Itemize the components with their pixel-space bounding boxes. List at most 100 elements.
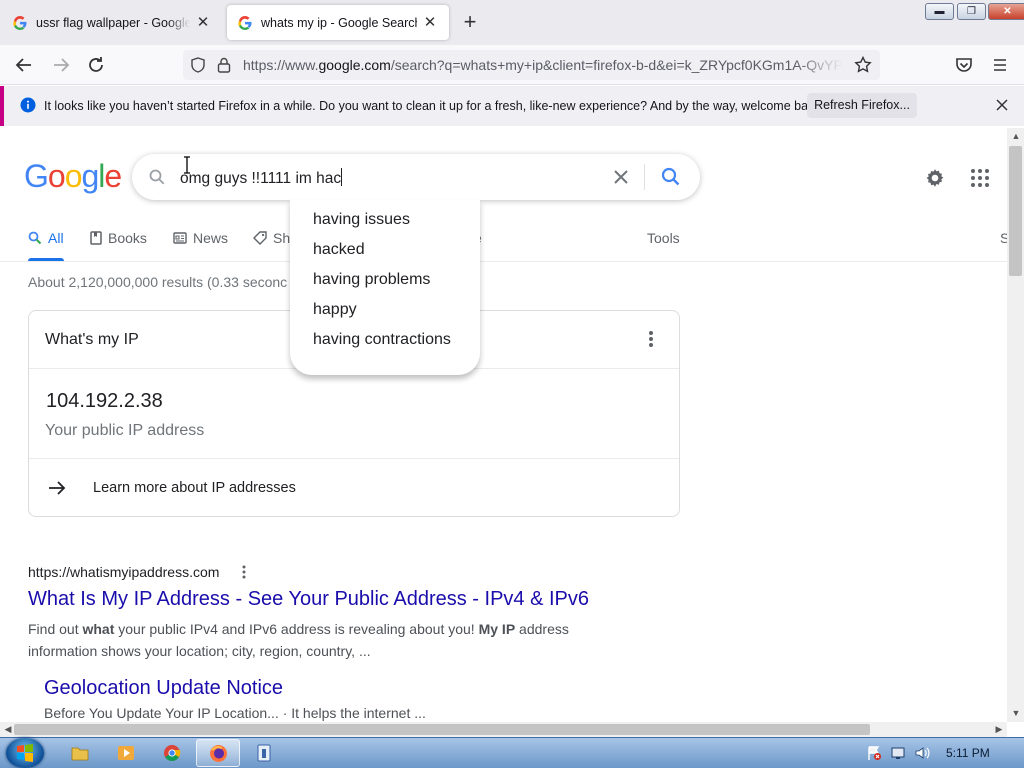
tab-all[interactable]: All <box>28 230 64 246</box>
google-g-icon <box>238 15 252 30</box>
result-title-link[interactable]: What Is My IP Address - See Your Public … <box>28 588 589 611</box>
pocket-icon[interactable] <box>952 53 976 77</box>
tab-strip: ussr flag wallpaper - Google Search ✕ wh… <box>0 0 1024 45</box>
forward-arrow-icon[interactable] <box>49 53 73 77</box>
taskbar-clock[interactable]: 5:11 PM <box>946 746 990 760</box>
ip-address-value: 104.192.2.38 <box>46 390 163 412</box>
close-icon[interactable] <box>994 97 1010 113</box>
tab-title: whats my ip - Google Search <box>261 15 417 30</box>
tab-all-label: All <box>48 230 64 246</box>
restore-window-button[interactable]: ❐ <box>957 3 986 20</box>
search-submit-icon[interactable] <box>660 166 682 188</box>
scroll-right-arrow-icon[interactable]: ▶ <box>992 724 1006 735</box>
clear-search-icon[interactable] <box>612 168 630 186</box>
start-button[interactable] <box>6 738 44 768</box>
suggestion-item[interactable]: hacked <box>313 241 365 259</box>
search-box[interactable]: omg guys !!1111 im hac <box>132 154 700 200</box>
search-tabs: All Books News Sh Tools S <box>0 228 1007 262</box>
tab-books[interactable]: Books <box>90 230 147 246</box>
card-divider <box>29 458 679 459</box>
refresh-firefox-button[interactable]: Refresh Firefox... <box>807 93 917 118</box>
result-stats: About 2,120,000,000 results (0.33 seconc <box>28 274 288 290</box>
newspaper-icon <box>173 232 187 244</box>
notification-bar: It looks like you haven’t started Firefo… <box>0 86 1024 126</box>
search-input[interactable]: omg guys !!1111 im hac <box>180 168 343 188</box>
bookmark-star-icon[interactable] <box>853 55 873 75</box>
search-box-divider <box>644 164 645 190</box>
vertical-scrollbar-thumb[interactable] <box>1009 146 1022 276</box>
browser-tab-ussr-flag[interactable]: ussr flag wallpaper - Google Search ✕ <box>2 5 222 40</box>
close-tab-icon[interactable]: ✕ <box>194 14 212 32</box>
taskbar-explorer-button[interactable] <box>58 739 102 767</box>
hamburger-menu-icon[interactable] <box>988 53 1012 77</box>
info-icon <box>20 97 36 113</box>
volume-icon[interactable] <box>914 745 932 761</box>
notification-message: It looks like you haven’t started Firefo… <box>44 99 825 113</box>
minimize-window-button[interactable]: ▬ <box>925 3 954 20</box>
scroll-up-arrow-icon[interactable]: ▲ <box>1009 131 1023 141</box>
scroll-down-arrow-icon[interactable]: ▼ <box>1009 708 1023 718</box>
new-tab-button[interactable]: + <box>458 11 482 35</box>
lock-icon[interactable] <box>216 56 232 74</box>
tab-shopping[interactable]: Sh <box>253 230 290 246</box>
application-icon <box>257 744 271 762</box>
sitelink-title[interactable]: Geolocation Update Notice <box>44 677 283 700</box>
url-text[interactable]: https://www.google.com/search?q=whats+my… <box>243 57 843 73</box>
action-center-flag-icon[interactable] <box>866 745 882 761</box>
taskbar-media-player-button[interactable] <box>104 739 148 767</box>
tab-safesearch[interactable]: S <box>1000 230 1007 246</box>
browser-tab-whats-my-ip[interactable]: whats my ip - Google Search ✕ <box>227 5 449 40</box>
tab-shopping-label: Sh <box>273 230 291 246</box>
close-tab-icon[interactable]: ✕ <box>421 14 439 32</box>
tab-news-label: News <box>193 230 229 246</box>
google-g-icon <box>13 15 27 30</box>
ip-card-title: What's my IP <box>45 331 139 348</box>
url-bar[interactable]: https://www.google.com/search?q=whats+my… <box>183 50 880 80</box>
result-more-options-icon[interactable] <box>241 564 247 580</box>
windows-logo-icon <box>17 744 33 762</box>
scroll-left-arrow-icon[interactable]: ◀ <box>1 724 15 735</box>
chrome-icon <box>164 745 181 761</box>
tab-tools[interactable]: Tools <box>647 230 680 246</box>
tracking-protection-shield-icon[interactable] <box>189 56 207 74</box>
sitelink-snippet: Before You Update Your IP Location... · … <box>44 705 426 721</box>
google-apps-grid-icon[interactable] <box>970 168 990 188</box>
suggestion-item[interactable]: having problems <box>313 271 430 289</box>
google-results-page: Google omg guys !!1111 im hac All Books … <box>0 128 1007 722</box>
taskbar-app-button[interactable] <box>242 739 286 767</box>
tag-icon <box>253 231 267 245</box>
taskbar-firefox-button[interactable] <box>196 739 240 767</box>
reload-icon[interactable] <box>84 53 108 77</box>
more-options-icon[interactable] <box>647 329 655 349</box>
search-icon <box>149 169 165 185</box>
network-icon[interactable] <box>890 745 908 761</box>
settings-gear-icon[interactable] <box>924 167 946 189</box>
firefox-icon <box>210 745 227 762</box>
tab-safesearch-label: S <box>1000 230 1007 246</box>
tab-title: ussr flag wallpaper - Google Search <box>36 15 190 30</box>
mouse-ibeam-cursor-icon <box>184 156 190 174</box>
active-tab-indicator <box>28 258 64 261</box>
text-caret <box>341 168 343 186</box>
result-snippet: Find out what your public IPv4 and IPv6 … <box>28 621 569 659</box>
arrow-right-icon[interactable] <box>47 478 67 498</box>
tab-news[interactable]: News <box>173 230 228 246</box>
ip-address-caption: Your public IP address <box>45 422 205 439</box>
autocomplete-dropdown: having issues hacked having problems hap… <box>290 200 480 375</box>
book-icon <box>90 231 102 245</box>
tab-books-label: Books <box>108 230 147 246</box>
tab-tools-label: Tools <box>647 230 680 246</box>
search-icon <box>28 231 42 245</box>
google-logo[interactable]: Google <box>24 158 122 195</box>
back-arrow-icon[interactable] <box>12 53 36 77</box>
horizontal-scrollbar-thumb[interactable] <box>14 724 870 735</box>
suggestion-item[interactable]: having contractions <box>313 331 451 349</box>
suggestion-item[interactable]: having issues <box>313 211 410 229</box>
taskbar-chrome-button[interactable] <box>150 739 194 767</box>
learn-more-ip-link[interactable]: Learn more about IP addresses <box>93 480 296 496</box>
result-url[interactable]: https://whatismyipaddress.com <box>28 564 219 580</box>
suggestion-item[interactable]: happy <box>313 301 357 319</box>
close-window-button[interactable]: ✕ <box>988 3 1024 20</box>
navigation-toolbar: https://www.google.com/search?q=whats+my… <box>0 45 1024 85</box>
media-player-icon <box>118 746 134 760</box>
